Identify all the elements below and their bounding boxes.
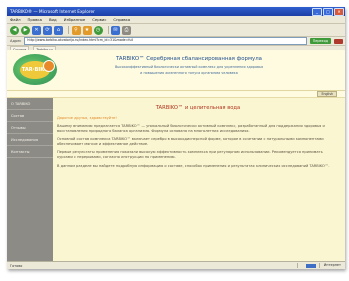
header-title: TARBIKO™ Серебряная сбалансированная фор…: [116, 56, 262, 62]
links-icon[interactable]: [334, 38, 343, 44]
language-button[interactable]: English: [317, 91, 337, 97]
menu-view[interactable]: Вид: [49, 17, 57, 22]
status-text: Готово: [10, 263, 23, 268]
mail-icon[interactable]: ✉: [111, 25, 120, 35]
sidebar-item-about[interactable]: О TARBIKO: [7, 98, 53, 110]
window-title: TARBIKO® — Microsoft Internet Explorer: [10, 9, 95, 14]
address-input[interactable]: http://www.tarbiko-akvatorija.ru/index.h…: [24, 37, 307, 45]
toolbar: ◀ ▶ ✕ ⟳ ⌂ ⚲ ★ ◷ ✉ ⎙: [7, 24, 345, 37]
favorites-icon[interactable]: ★: [82, 25, 92, 35]
print-icon[interactable]: ⎙: [122, 25, 131, 35]
stop-icon[interactable]: ✕: [32, 25, 41, 35]
web-page: TAR·BIKO TARBIKO™ Серебряная сбалансиров…: [7, 50, 345, 262]
address-label: Адрес: [10, 39, 22, 43]
status-bar: Готово Интернет: [7, 261, 345, 269]
refresh-icon[interactable]: ⟳: [43, 25, 52, 35]
menu-bar: Файл Правка Вид Избранное Сервис Справка: [7, 16, 345, 24]
history-icon[interactable]: ◷: [93, 25, 103, 35]
maximize-button[interactable]: □: [323, 7, 333, 16]
status-cell: [296, 263, 306, 268]
sidebar-item-composition[interactable]: Состав: [7, 110, 53, 122]
close-button[interactable]: ✕: [334, 7, 344, 16]
content-paragraph: Основной состав комплекса TARBIKO™ включ…: [57, 137, 324, 146]
toolbar-divider: [107, 26, 108, 34]
site-logo[interactable]: TAR·BIKO: [13, 54, 57, 85]
security-zone: Интернет: [318, 263, 345, 268]
site-header: TAR·BIKO TARBIKO™ Серебряная сбалансиров…: [7, 50, 345, 91]
content-paragraph: Вашему вниманию предлагается TARBIKO™ — …: [57, 124, 325, 133]
main-content: TARBIKO™ и целительная вода Дорогие друз…: [57, 98, 339, 262]
logo-accent: [43, 60, 55, 72]
header-text: TARBIKO™ Серебряная сбалансированная фор…: [89, 56, 289, 75]
go-button[interactable]: Переход: [309, 38, 331, 44]
sidebar-nav: О TARBIKO Состав Отзывы Исследования Кон…: [7, 98, 53, 262]
header-subtitle: Высокоэффективный биологически активный …: [114, 65, 264, 69]
menu-help[interactable]: Справка: [113, 17, 130, 22]
forward-button[interactable]: ▶: [21, 25, 30, 35]
sidebar-item-contacts[interactable]: Контакты: [7, 146, 53, 158]
content-paragraph: В данном разделе вы найдете подробную ин…: [57, 163, 330, 168]
menu-file[interactable]: Файл: [10, 17, 21, 22]
page-title: TARBIKO™ и целительная вода: [155, 105, 241, 111]
header-subtitle-2: и повышения жизненного тонуса организма …: [140, 71, 238, 75]
zone-icon: [305, 263, 316, 268]
back-button[interactable]: ◀: [10, 25, 19, 35]
search-icon[interactable]: ⚲: [71, 25, 81, 35]
menu-favorites[interactable]: Избранное: [64, 17, 86, 22]
language-bar: English: [7, 91, 345, 98]
sidebar-item-reviews[interactable]: Отзывы: [7, 122, 53, 134]
content-paragraph: Первые результаты применения показали вы…: [57, 150, 323, 159]
minimize-button[interactable]: _: [312, 7, 322, 16]
menu-edit[interactable]: Правка: [28, 17, 42, 22]
greeting-text: Дорогие друзья, здравствуйте!: [57, 116, 117, 120]
title-bar: TARBIKO® — Microsoft Internet Explorer _…: [7, 7, 345, 16]
home-icon[interactable]: ⌂: [54, 25, 63, 35]
browser-window: TARBIKO® — Microsoft Internet Explorer _…: [7, 7, 345, 269]
menu-tools[interactable]: Сервис: [92, 17, 106, 22]
address-bar: Адрес http://www.tarbiko-akvatorija.ru/i…: [7, 37, 345, 46]
sidebar-item-research[interactable]: Исследования: [7, 134, 53, 146]
toolbar-divider: [68, 26, 69, 34]
